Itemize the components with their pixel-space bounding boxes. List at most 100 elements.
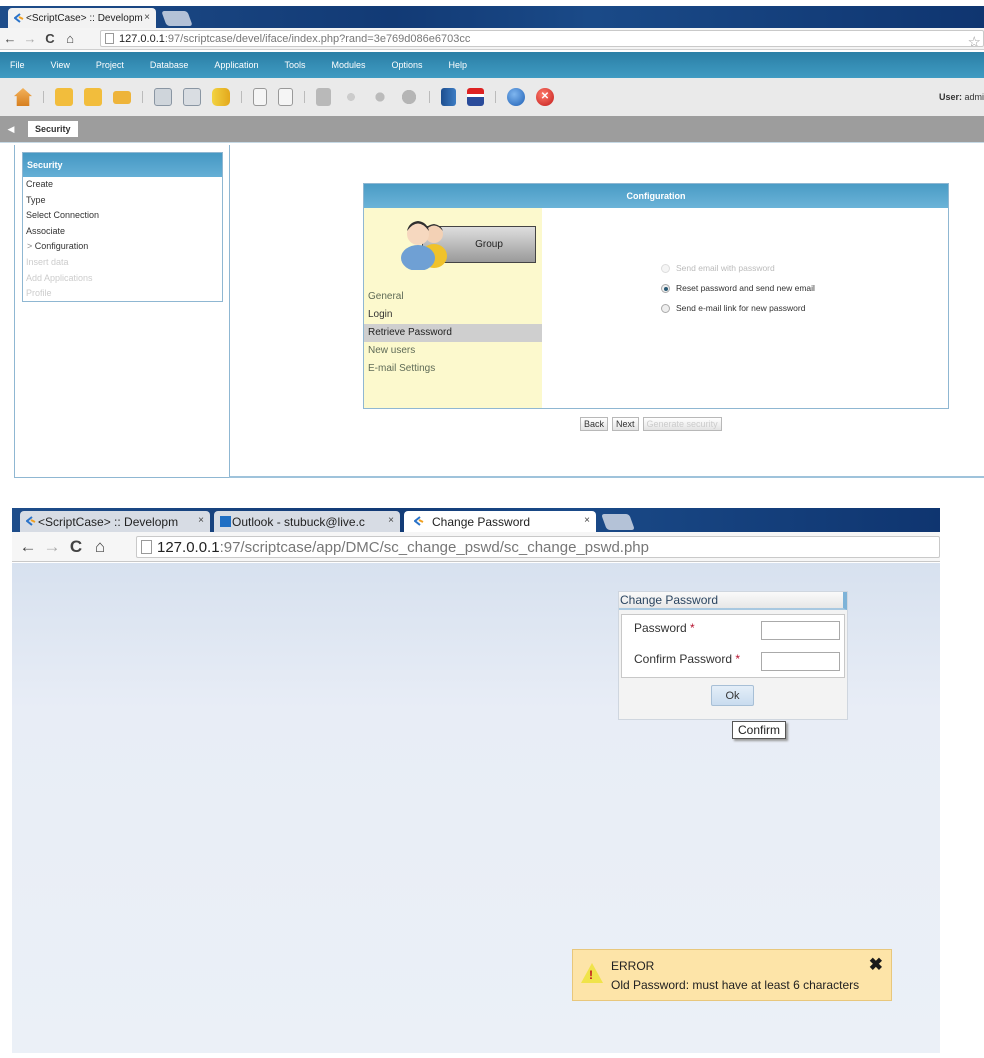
generate-icon[interactable] — [342, 88, 360, 106]
user-value: admi — [964, 92, 984, 102]
menu-options[interactable]: Options — [392, 60, 423, 70]
left-panel: Security Create Type Select Connection A… — [14, 145, 230, 478]
menu-file[interactable]: File — [10, 60, 25, 70]
new-project-icon[interactable] — [55, 88, 73, 106]
tab-change-password[interactable]: Change Password × — [404, 511, 596, 532]
collapse-arrow-icon[interactable]: ◀ — [4, 124, 18, 135]
tab-strip: <ScriptCase> :: Developm × — [0, 6, 984, 28]
save-icon[interactable] — [316, 88, 331, 106]
home-icon[interactable]: ⌂ — [88, 537, 112, 557]
step-create[interactable]: Create — [23, 177, 222, 193]
step-select-connection[interactable]: Select Connection — [23, 208, 222, 224]
close-tab-icon[interactable]: × — [144, 12, 150, 23]
page-body: Change Password Password * Confirm Passw… — [12, 563, 940, 1053]
right-panel: Configuration Group General Login Retrie… — [229, 145, 984, 478]
steps-title: Security — [23, 153, 222, 177]
security-steps: Security Create Type Select Connection A… — [22, 152, 223, 302]
menu-project[interactable]: Project — [96, 60, 124, 70]
config-menu-email-settings[interactable]: E-mail Settings — [364, 360, 542, 378]
required-marker: * — [690, 621, 695, 635]
radio-button[interactable] — [661, 303, 670, 313]
user-label: User: — [938, 92, 962, 102]
step-configuration[interactable]: > Configuration — [23, 239, 222, 255]
menu-view[interactable]: View — [51, 60, 70, 70]
tab-scriptcase[interactable]: <ScriptCase> :: Developm × — [8, 8, 156, 28]
label-text: Password — [634, 621, 687, 635]
language-icon[interactable] — [467, 88, 484, 106]
step-label: Configuration — [34, 241, 89, 252]
address-bar[interactable]: 127.0.0.1:97/scriptcase/devel/iface/inde… — [100, 30, 984, 47]
url-host: 127.0.0.1 — [157, 538, 220, 556]
url-host: 127.0.0.1 — [119, 32, 165, 45]
radio-button — [661, 263, 670, 273]
breadcrumb-security[interactable]: Security — [28, 121, 78, 137]
reload-icon[interactable]: C — [64, 537, 88, 557]
home-icon[interactable] — [14, 88, 32, 106]
close-tab-icon[interactable]: × — [388, 515, 394, 526]
config-sidebar: Group General Login Retrieve Password Ne… — [364, 208, 542, 408]
configuration-title: Configuration — [364, 184, 948, 208]
open-project-icon[interactable] — [84, 88, 102, 106]
exit-icon[interactable]: ✕ — [536, 88, 554, 106]
step-profile: Profile — [26, 288, 52, 299]
error-message-box: ! ERROR Old Password: must have at least… — [572, 949, 892, 1001]
warning-icon: ! — [581, 963, 603, 983]
reload-icon[interactable]: C — [40, 31, 60, 46]
forward-icon[interactable]: → — [20, 31, 40, 46]
config-menu: General Login Retrieve Password New user… — [364, 288, 542, 378]
password-input[interactable] — [761, 621, 840, 640]
option-reset-password[interactable]: Reset password and send new email — [661, 278, 815, 298]
bookmark-star-icon[interactable]: ☆ — [968, 33, 981, 46]
forward-icon[interactable]: → — [40, 537, 64, 557]
folder-icon[interactable] — [113, 90, 131, 104]
config-menu-retrieve-password[interactable]: Retrieve Password — [364, 324, 542, 342]
content-area: Security Create Type Select Connection A… — [0, 142, 984, 482]
new-app-icon[interactable] — [253, 88, 267, 106]
current-step-marker-icon: > — [27, 241, 33, 252]
new-tab-button[interactable] — [161, 11, 193, 26]
docs-icon[interactable] — [441, 88, 456, 106]
back-icon[interactable]: ← — [16, 537, 40, 557]
run-icon[interactable] — [400, 88, 418, 106]
back-icon[interactable]: ← — [0, 31, 20, 46]
config-menu-login[interactable]: Login — [364, 306, 542, 324]
radio-button-checked[interactable] — [661, 283, 670, 293]
tab-scriptcase[interactable]: <ScriptCase> :: Developm × — [20, 511, 210, 532]
copy-app-icon[interactable] — [278, 88, 293, 106]
help-icon[interactable] — [507, 88, 525, 106]
new-tab-button[interactable] — [601, 514, 635, 530]
database-icon[interactable] — [212, 88, 230, 106]
retrieve-password-options: Send email with password Reset password … — [661, 258, 815, 318]
ok-button[interactable]: Ok — [711, 685, 754, 706]
config-menu-general[interactable]: General — [364, 288, 542, 306]
menu-help[interactable]: Help — [449, 60, 468, 70]
address-bar[interactable]: 127.0.0.1:97/scriptcase/app/DMC/sc_chang… — [136, 536, 940, 558]
step-associate[interactable]: Associate — [23, 224, 222, 240]
menu-application[interactable]: Application — [214, 60, 258, 70]
menu-modules[interactable]: Modules — [331, 60, 365, 70]
close-tab-icon[interactable]: × — [198, 515, 204, 526]
form-fields: Password * Confirm Password * — [621, 614, 845, 678]
warning-mark: ! — [589, 968, 593, 982]
close-tab-icon[interactable]: × — [584, 515, 590, 526]
option-label: Reset password and send new email — [676, 283, 815, 293]
config-menu-new-users[interactable]: New users — [364, 342, 542, 360]
menu-tools[interactable]: Tools — [284, 60, 305, 70]
generate-all-icon[interactable] — [371, 88, 389, 106]
next-button[interactable]: Next — [612, 417, 639, 431]
confirm-password-label: Confirm Password * — [634, 652, 740, 666]
option-send-email-link[interactable]: Send e-mail link for new password — [661, 298, 815, 318]
scriptcase-logo-icon — [14, 13, 24, 23]
edit-connection-icon[interactable] — [183, 88, 201, 106]
tab-outlook[interactable]: Outlook - stubuck@live.c × — [214, 511, 400, 532]
menu-database[interactable]: Database — [150, 60, 189, 70]
label-text: Confirm Password — [634, 652, 733, 666]
close-icon[interactable]: ✖ — [869, 955, 883, 975]
new-connection-icon[interactable] — [154, 88, 172, 106]
option-label: Send email with password — [676, 263, 775, 273]
back-button[interactable]: Back — [580, 417, 609, 431]
home-icon[interactable]: ⌂ — [60, 31, 80, 46]
confirm-password-input[interactable] — [761, 652, 840, 671]
outlook-icon — [220, 516, 231, 527]
step-type[interactable]: Type — [23, 193, 222, 209]
